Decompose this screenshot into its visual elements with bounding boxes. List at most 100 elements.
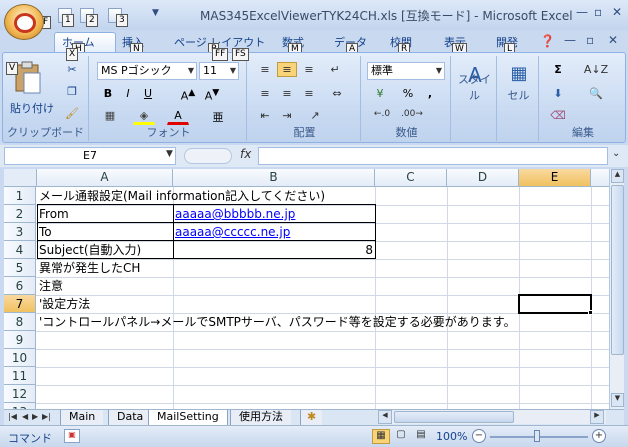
name-box[interactable]: E7 xyxy=(4,147,176,165)
minimize-icon[interactable]: — xyxy=(576,5,588,19)
close-icon[interactable]: ✕ xyxy=(612,5,622,19)
normal-view-icon[interactable]: ▦ xyxy=(372,429,390,444)
scroll-right-icon[interactable]: ▶ xyxy=(590,410,604,424)
number-format-select[interactable]: 標準 ▼ xyxy=(367,62,445,80)
cell-a2[interactable]: From xyxy=(39,205,69,223)
cell-a6[interactable]: 注意 xyxy=(39,277,63,295)
select-all-corner[interactable] xyxy=(4,169,37,187)
merge-center-icon[interactable]: ⇔ xyxy=(325,86,349,101)
italic-button[interactable]: I xyxy=(119,86,137,101)
decrease-decimal-icon[interactable]: .00→ xyxy=(399,108,425,120)
currency-icon[interactable]: ¥ xyxy=(369,86,391,101)
worksheet-grid[interactable]: A B C D E 1 2 3 4 5 6 7 8 9 10 11 12 13 xyxy=(4,169,624,409)
align-middle-icon[interactable]: ≡ xyxy=(277,62,297,77)
restore-icon[interactable]: ▫ xyxy=(594,5,602,19)
row-header-11[interactable]: 11 xyxy=(4,367,36,385)
row-header-2[interactable]: 2 xyxy=(4,205,36,223)
horizontal-scrollbar[interactable]: ◀ ▶ xyxy=(378,410,606,424)
format-painter-icon[interactable]: 🖌 xyxy=(63,106,81,122)
active-cell-e7[interactable] xyxy=(518,294,592,314)
row-header-10[interactable]: 10 xyxy=(4,349,36,367)
office-button[interactable] xyxy=(4,4,44,40)
cell-a4[interactable]: Subject(自動入力) xyxy=(39,241,141,259)
zoom-level[interactable]: 100% xyxy=(436,430,467,443)
name-box-dropdown-icon[interactable]: ▼ xyxy=(166,149,173,159)
percent-button[interactable]: % xyxy=(399,86,417,101)
cell-b3[interactable]: aaaaa@ccccc.ne.jp xyxy=(175,223,290,241)
scroll-down-icon[interactable]: ▼ xyxy=(611,393,624,407)
borders-icon[interactable]: ▦ xyxy=(99,108,121,123)
formula-bar-handle[interactable] xyxy=(184,148,232,164)
insert-function-button[interactable]: fx xyxy=(240,147,251,161)
col-header-a[interactable]: A xyxy=(37,169,173,187)
row-header-3[interactable]: 3 xyxy=(4,223,36,241)
cell-a1[interactable]: メール通報設定(Mail information記入してください) xyxy=(39,187,325,205)
horizontal-scroll-thumb[interactable] xyxy=(394,411,514,423)
align-right-icon[interactable]: ≡ xyxy=(299,86,319,101)
font-name-select[interactable]: MS Pゴシック ▼ xyxy=(97,62,197,80)
font-color-icon[interactable]: A xyxy=(167,108,189,125)
vertical-scrollbar[interactable]: ▲ ▼ xyxy=(609,169,624,409)
sheet-tab-usage[interactable]: 使用方法 xyxy=(230,410,291,425)
wrap-text-icon[interactable]: ↵ xyxy=(325,62,345,77)
fill-color-icon[interactable]: ◈ xyxy=(133,108,155,125)
find-select-icon[interactable]: 🔍 xyxy=(581,86,611,101)
orientation-icon[interactable]: ↗ xyxy=(303,108,327,123)
help-icon[interactable]: ❓ xyxy=(540,34,555,48)
first-sheet-icon[interactable]: |◀ xyxy=(8,410,17,425)
decrease-indent-icon[interactable]: ⇤ xyxy=(255,108,275,123)
macro-record-icon[interactable]: ▣ xyxy=(64,429,80,443)
grow-font-icon[interactable]: A▲ xyxy=(177,86,199,104)
formula-input[interactable] xyxy=(258,147,608,165)
next-sheet-icon[interactable]: ▶ xyxy=(32,410,38,425)
page-break-view-icon[interactable]: ▤ xyxy=(412,429,430,444)
row-header-1[interactable]: 1 xyxy=(4,187,36,205)
bold-button[interactable]: B xyxy=(99,86,117,101)
copy-icon[interactable]: ❐ xyxy=(63,84,81,100)
cell-b2[interactable]: aaaaa@bbbbb.ne.jp xyxy=(175,205,295,223)
sheet-tab-data[interactable]: Data xyxy=(108,410,152,425)
cell-a3[interactable]: To xyxy=(39,223,52,241)
wb-close-icon[interactable]: ✕ xyxy=(608,33,618,47)
col-header-c[interactable]: C xyxy=(375,169,447,187)
underline-button[interactable]: U xyxy=(139,86,157,101)
cell-b4[interactable]: 8 xyxy=(175,241,373,259)
row-header-4[interactable]: 4 xyxy=(4,241,36,259)
wb-minimize-icon[interactable]: — xyxy=(564,33,576,47)
col-header-e[interactable]: E xyxy=(519,169,591,187)
sheet-tab-main[interactable]: Main xyxy=(60,410,104,425)
cut-icon[interactable]: ✂ xyxy=(63,62,81,78)
prev-sheet-icon[interactable]: ◀ xyxy=(22,410,28,425)
shrink-font-icon[interactable]: A▼ xyxy=(201,86,223,104)
scroll-up-icon[interactable]: ▲ xyxy=(611,169,624,183)
autosum-icon[interactable]: Σ xyxy=(547,62,569,77)
cell-a8[interactable]: 'コントロールパネル→メールでSMTPサーバ、パスワード等を設定する必要がありま… xyxy=(39,313,516,331)
last-sheet-icon[interactable]: ▶| xyxy=(42,410,51,425)
zoom-slider-thumb[interactable] xyxy=(534,430,540,442)
row-header-8[interactable]: 8 xyxy=(4,313,36,331)
expand-formula-icon[interactable]: ⌄ xyxy=(612,148,620,159)
page-layout-view-icon[interactable]: ▢ xyxy=(392,429,410,444)
cell-a5[interactable]: 異常が発生したCH xyxy=(39,259,140,277)
increase-decimal-icon[interactable]: ←.0 xyxy=(369,108,395,120)
fill-icon[interactable]: ⬇ xyxy=(547,86,569,101)
qat-customize-icon[interactable]: ▼ xyxy=(152,8,159,18)
cell-a7[interactable]: '設定方法 xyxy=(39,295,90,313)
align-left-icon[interactable]: ≡ xyxy=(255,86,275,101)
align-center-icon[interactable]: ≡ xyxy=(277,86,297,101)
align-bottom-icon[interactable]: ≡ xyxy=(299,62,319,77)
row-header-12[interactable]: 12 xyxy=(4,385,36,403)
font-size-select[interactable]: 11 ▼ xyxy=(199,62,239,80)
align-top-icon[interactable]: ≡ xyxy=(255,62,275,77)
comma-button[interactable]: , xyxy=(421,86,439,101)
zoom-out-icon[interactable]: − xyxy=(472,429,486,443)
vertical-scroll-thumb[interactable] xyxy=(611,185,624,355)
insert-sheet-icon[interactable]: ✱ xyxy=(300,410,323,425)
row-header-5[interactable]: 5 xyxy=(4,259,36,277)
zoom-in-icon[interactable]: + xyxy=(592,429,606,443)
increase-indent-icon[interactable]: ⇥ xyxy=(277,108,297,123)
clear-icon[interactable]: ⌫ xyxy=(547,108,569,123)
sheet-tab-mailsetting[interactable]: MailSetting xyxy=(148,410,228,426)
scroll-left-icon[interactable]: ◀ xyxy=(378,410,392,424)
fill-handle[interactable] xyxy=(588,310,593,315)
